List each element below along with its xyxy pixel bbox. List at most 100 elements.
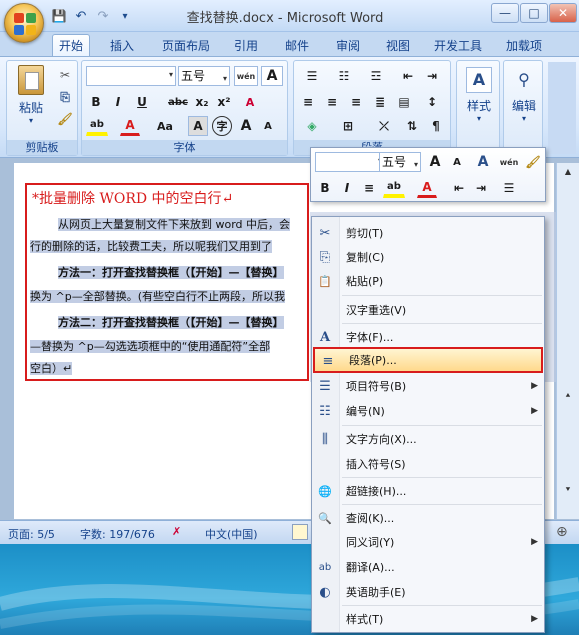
save-icon[interactable]: 💾 (50, 7, 68, 25)
menu-item-translate[interactable]: ab 翻译(A)... (312, 555, 544, 579)
tab-page-layout[interactable]: 页面布局 (156, 34, 216, 56)
zoom-in-icon[interactable]: ⊕ (556, 524, 568, 540)
tab-developer[interactable]: 开发工具 (428, 34, 488, 56)
shrink-font-button[interactable]: A (258, 116, 278, 136)
menu-item-insert-symbol[interactable]: 插入符号(S) (312, 452, 544, 476)
minimize-button[interactable]: — (491, 3, 519, 23)
subscript-button[interactable]: x₂ (192, 92, 212, 112)
align-right-icon[interactable]: ≡ (346, 92, 366, 112)
mini-font-name-combo[interactable]: ▾ (315, 152, 385, 172)
align-left-icon[interactable]: ≡ (298, 92, 318, 112)
tab-home[interactable]: 开始 (52, 34, 91, 56)
menu-item-font[interactable]: A 字体(F)... (312, 325, 544, 349)
word-count[interactable]: 字数: 197/676 (80, 526, 155, 542)
justify-icon[interactable]: ≣ (370, 92, 390, 112)
menu-item-lookup[interactable]: 🔍 查阅(K)... (312, 506, 544, 530)
distributed-icon[interactable]: ▤ (394, 92, 414, 112)
mini-font-size-combo[interactable]: 五号 ▾ (379, 152, 421, 172)
multilevel-list-icon[interactable]: ☲ (362, 66, 390, 86)
mini-bullets-icon[interactable]: ☰ (495, 178, 523, 198)
styles-button[interactable]: A 样式 ▾ (461, 67, 497, 123)
font-name-combo[interactable]: ▾ (86, 66, 176, 86)
borders-icon[interactable]: ⊞ (334, 116, 362, 136)
italic-button[interactable]: I (108, 92, 128, 112)
menu-item-paragraph[interactable]: ≡ 段落(P)... (313, 347, 543, 373)
mini-format-painter-icon[interactable]: 🖌 (523, 152, 543, 172)
mini-italic-button[interactable]: I (337, 178, 357, 198)
proofing-icon[interactable]: ✗ (172, 525, 181, 538)
grow-font-button[interactable]: A (236, 116, 256, 136)
char-border-icon[interactable]: A (261, 66, 283, 86)
tab-insert[interactable]: 插入 (104, 34, 140, 56)
superscript-button[interactable]: x² (214, 92, 234, 112)
mini-bold-button[interactable]: B (315, 178, 335, 198)
scroll-up-icon[interactable]: ▲ (560, 167, 576, 181)
menu-item-copy[interactable]: ⎘ 复制(C) (312, 245, 544, 269)
sort-icon[interactable]: ⇅ (402, 116, 422, 136)
menu-item-english-assistant[interactable]: ◐ 英语助手(E) (312, 580, 544, 604)
undo-icon[interactable]: ↶ (72, 7, 90, 25)
enclose-char-button[interactable]: 字 (212, 116, 232, 136)
shading-icon[interactable]: ◈ (298, 116, 326, 136)
mini-shrink-font-button[interactable]: A (447, 152, 467, 172)
menu-item-cut[interactable]: ✂ 剪切(T) (312, 221, 544, 245)
menu-item-hyperlink[interactable]: 🌐 超链接(H)... (312, 479, 544, 503)
print-layout-view-icon[interactable] (292, 524, 308, 540)
show-marks-icon[interactable]: ¶ (426, 116, 446, 136)
bold-button[interactable]: B (86, 92, 106, 112)
menu-item-bullets[interactable]: ☰ 项目符号(B) ▶ (312, 374, 544, 398)
underline-button[interactable]: U (132, 92, 152, 112)
numbering-icon[interactable]: ☷ (330, 66, 358, 86)
office-button[interactable] (4, 3, 44, 43)
menu-item-text-direction[interactable]: ⫼ 文字方向(X)... (312, 427, 544, 451)
mini-center-button[interactable]: ≡ (359, 178, 379, 198)
tab-review[interactable]: 审阅 (330, 34, 366, 56)
vertical-scrollbar[interactable]: ▲ ⯅ ⯆ (556, 163, 579, 519)
tab-addins[interactable]: 加载项 (500, 34, 548, 56)
mini-increase-indent-icon[interactable]: ⇥ (471, 178, 491, 198)
menu-item-styles[interactable]: 样式(T) ▶ (312, 607, 544, 631)
maximize-button[interactable]: □ (520, 3, 548, 23)
paste-button[interactable]: 粘贴 ▾ (11, 65, 51, 125)
styles-button-label: 样式 (466, 99, 491, 113)
char-shading-button[interactable]: A (188, 116, 208, 136)
font-size-combo[interactable]: 五号 ▾ (178, 66, 230, 86)
clear-format-button[interactable]: A (240, 92, 260, 112)
align-center-icon[interactable]: ≡ (322, 92, 342, 112)
customize-qat-icon[interactable]: ▾ (116, 7, 134, 25)
editing-button[interactable]: ⚲ 编辑 ▾ (506, 67, 542, 123)
mini-font-color-button[interactable]: A (417, 178, 437, 198)
menu-item-reconvert[interactable]: 汉字重选(V) (312, 298, 544, 322)
language[interactable]: 中文(中国) (205, 526, 258, 542)
menu-item-synonyms[interactable]: 同义词(Y) ▶ (312, 530, 544, 554)
mini-highlight-button[interactable]: ab (383, 178, 405, 198)
highlight-button[interactable]: ab (86, 116, 108, 136)
mini-styles-icon[interactable]: A (473, 152, 493, 172)
menu-item-label: 文字方向(X)... (346, 433, 417, 446)
change-case-button[interactable]: Aa (152, 116, 178, 136)
decrease-indent-icon[interactable]: ⇤ (398, 66, 418, 86)
mini-phonetic-icon[interactable]: wén (499, 152, 519, 172)
format-painter-icon[interactable]: 🖌 (55, 109, 75, 129)
cut-icon[interactable]: ✂ (55, 65, 75, 85)
redo-icon[interactable]: ↷ (94, 7, 112, 25)
mini-decrease-indent-icon[interactable]: ⇤ (449, 178, 469, 198)
font-color-button[interactable]: A (120, 116, 140, 136)
mini-grow-font-button[interactable]: A (425, 152, 445, 172)
chinese-layout-icon[interactable]: ⤫ (370, 116, 398, 136)
copy-icon[interactable]: ⎘ (55, 87, 75, 107)
tab-references[interactable]: 引用 (228, 34, 264, 56)
strikethrough-button[interactable]: abc (166, 92, 190, 112)
scroll-next-page-icon[interactable]: ⯆ (560, 485, 576, 499)
menu-item-paste[interactable]: 📋 粘贴(P) (312, 269, 544, 293)
tab-mailings[interactable]: 邮件 (279, 34, 315, 56)
page-count[interactable]: 页面: 5/5 (8, 526, 55, 542)
close-button[interactable]: ✕ (549, 3, 577, 23)
line-spacing-icon[interactable]: ↕ (418, 92, 446, 112)
phonetic-guide-icon[interactable]: wén (234, 66, 258, 86)
increase-indent-icon[interactable]: ⇥ (422, 66, 442, 86)
menu-item-numbering[interactable]: ☷ 编号(N) ▶ (312, 399, 544, 423)
scroll-prev-page-icon[interactable]: ⯅ (560, 391, 576, 405)
bullets-icon[interactable]: ☰ (298, 66, 326, 86)
tab-view[interactable]: 视图 (380, 34, 416, 56)
